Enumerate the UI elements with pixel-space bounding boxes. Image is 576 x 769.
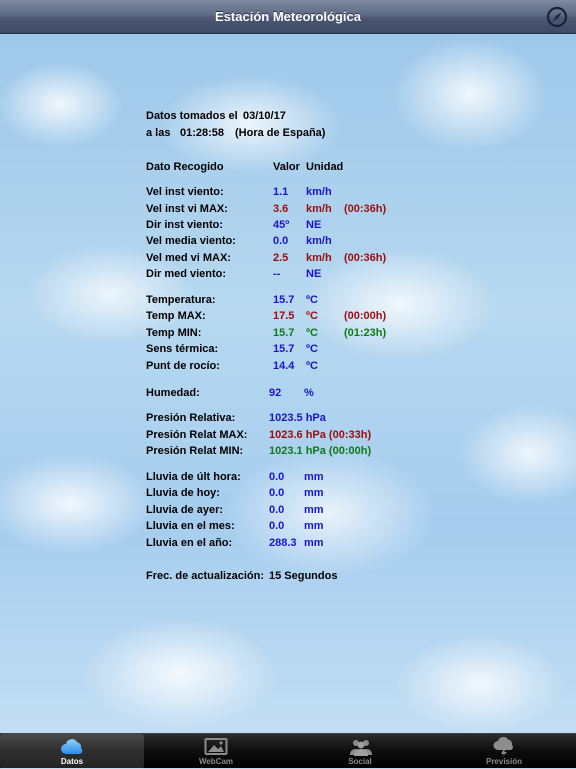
row-label: Lluvia de ayer: [146,504,224,516]
row-time: (00:36h) [344,203,387,215]
date-value: 03/10/17 [243,110,286,122]
row-value: 1023.5 hPa [269,412,326,424]
tab-datos[interactable]: Datos [0,734,144,769]
time-value: 01:28:58 [180,127,225,139]
row-value: 0.0 [269,471,285,483]
row-label: Vel med vi MAX: [146,252,231,264]
tab-social[interactable]: Social [288,734,432,769]
row-label: Punt de rocío: [146,360,220,372]
weather-data-panel: Datos tomados el 03/10/17 a las 01:28:58… [0,0,576,733]
row-label: Lluvia de hoy: [146,487,220,499]
row-value: 0.0 [269,504,285,516]
row-label: Temp MAX: [146,310,206,322]
row-unit: NE [306,219,322,231]
row-label: Humedad: [146,387,200,399]
row-time: (01:23h) [344,327,387,339]
people-icon [350,740,372,756]
row-unit: km/h [306,203,332,215]
row-label: Vel inst vi MAX: [146,203,228,215]
tab-prevision[interactable]: Previsión [432,734,576,769]
row-value: 92 [269,387,282,399]
row-value: 15.7 [273,343,295,355]
row-value: -- [273,268,281,280]
column-valor: Valor [273,161,300,173]
storm-cloud-icon [493,737,513,757]
row-value: 0.0 [273,235,289,247]
row-unit: mm [304,520,324,532]
row-label: Lluvia en el mes: [146,520,235,532]
date-label: Datos tomados el [146,110,238,122]
row-label: Temperatura: [146,294,216,306]
row-label: Presión Relativa: [146,412,236,424]
tab-label: Previsión [485,757,522,766]
refresh-value: 15 Segundos [269,570,338,582]
row-unit: km/h [306,186,332,198]
row-unit: mm [304,537,324,549]
row-time: (00:36h) [344,252,387,264]
timezone-note: (Hora de España) [235,127,326,139]
row-time: (00:00h) [344,310,387,322]
row-value: 14.4 [273,360,295,372]
row-value: 1023.1 hPa (00:00h) [269,445,372,457]
row-unit: mm [304,487,324,499]
row-value: 3.6 [273,203,289,215]
row-value: 1023.6 hPa (00:33h) [269,429,372,441]
time-label: a las [146,127,171,139]
row-unit: % [304,387,314,399]
row-label: Dir med viento: [146,268,227,280]
tab-label: Social [348,757,372,766]
row-value: 2.5 [273,252,289,264]
cloud-icon [61,739,83,754]
row-label: Vel media viento: [146,235,236,247]
row-unit: ºC [306,343,318,355]
column-dato: Dato Recogido [146,161,224,173]
row-label: Dir inst viento: [146,219,224,231]
tab-bar: Datos WebCam Social Previsión [0,733,576,769]
row-unit: ºC [306,294,318,306]
row-value: 15.7 [273,327,295,339]
row-label: Vel inst viento: [146,186,224,198]
row-value: 17.5 [273,310,295,322]
column-unidad: Unidad [306,161,344,173]
row-label: Lluvia en el año: [146,537,233,549]
row-unit: mm [304,504,324,516]
refresh-label: Frec. de actualización: [146,570,264,582]
row-unit: ºC [306,327,318,339]
row-value: 0.0 [269,487,285,499]
row-unit: km/h [306,235,332,247]
tab-label: Datos [60,757,84,766]
row-value: 0.0 [269,520,285,532]
tab-label: WebCam [198,757,234,766]
row-value: 288.3 [269,537,297,549]
row-label: Lluvia de últ hora: [146,471,241,483]
row-unit: ºC [306,360,318,372]
row-unit: km/h [306,252,332,264]
row-unit: ºC [306,310,318,322]
row-label: Temp MIN: [146,327,202,339]
picture-icon [204,738,228,755]
row-label: Sens térmica: [146,343,219,355]
row-label: Presión Relat MAX: [146,429,248,441]
row-unit: mm [304,471,324,483]
tab-webcam[interactable]: WebCam [144,734,288,769]
row-label: Presión Relat MIN: [146,445,244,457]
row-value: 15.7 [273,294,295,306]
row-value: 45º [273,219,290,231]
row-unit: NE [306,268,322,280]
row-value: 1.1 [273,186,289,198]
